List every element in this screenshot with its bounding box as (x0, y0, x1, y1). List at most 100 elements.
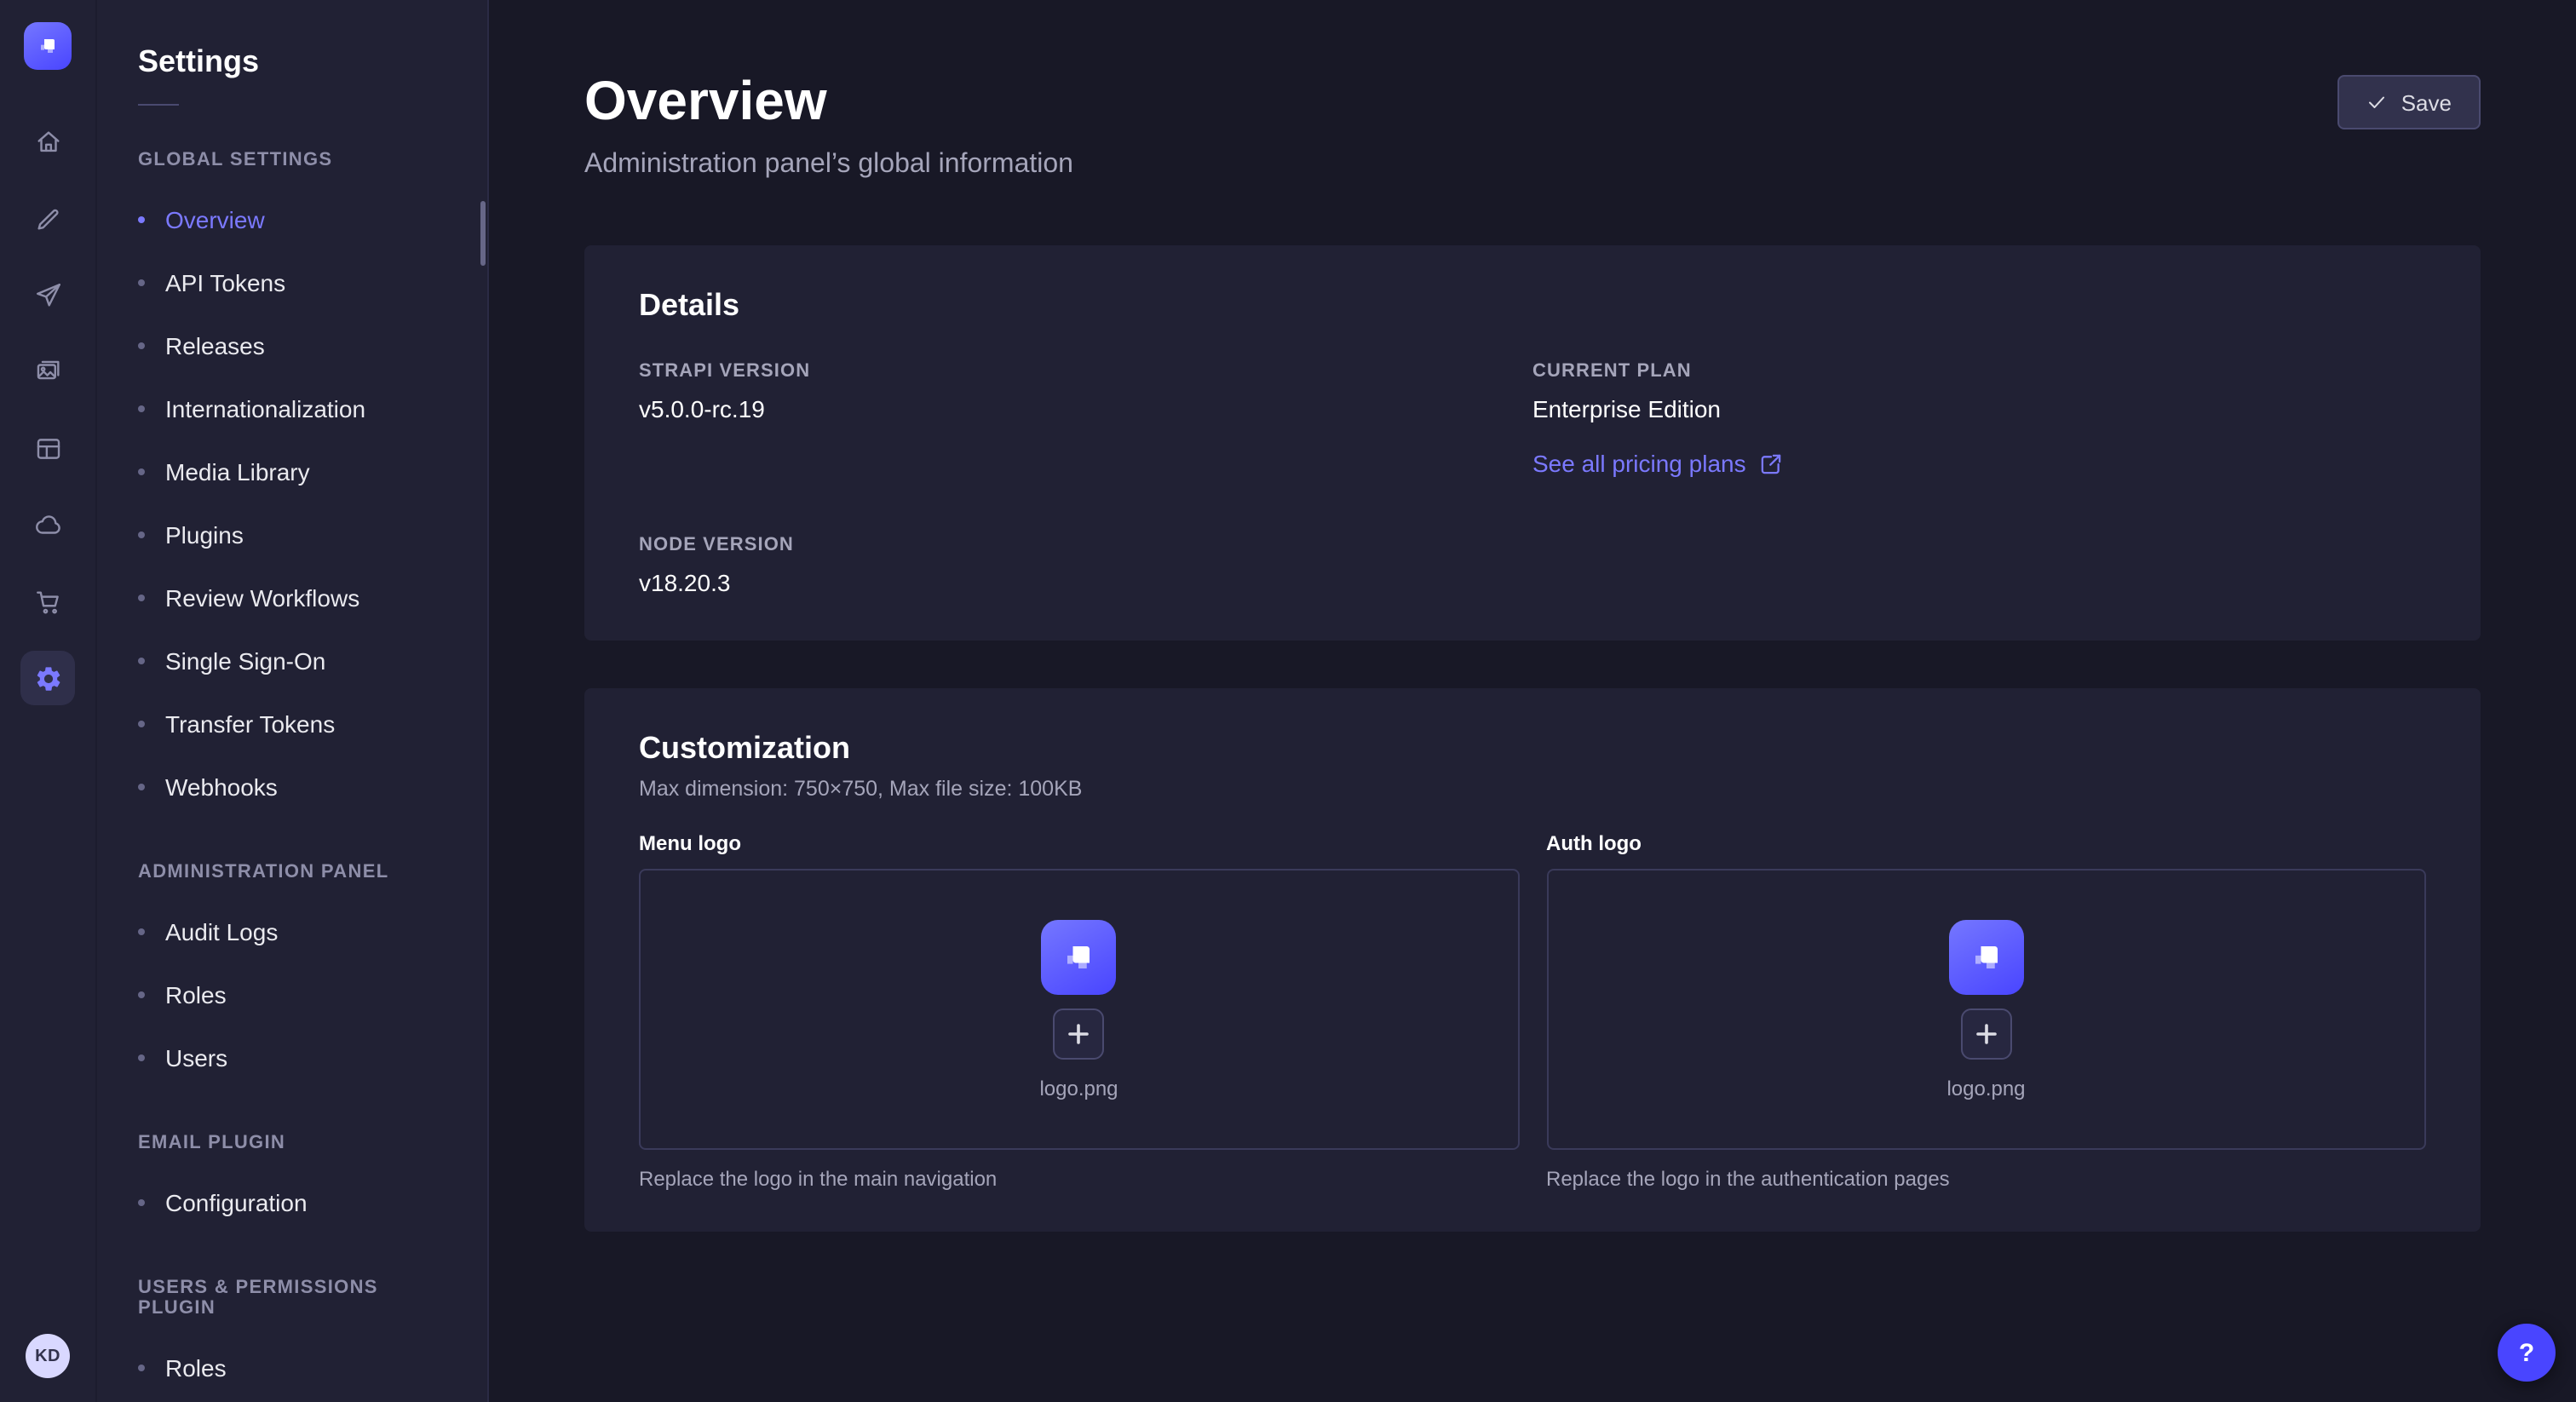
strapi-logo[interactable] (24, 22, 72, 70)
sidebar-item-plugins[interactable]: Plugins (97, 503, 487, 566)
bullet-icon (138, 1364, 145, 1370)
customization-card: Customization Max dimension: 750×750, Ma… (584, 688, 2481, 1232)
menu-logo-add-button[interactable] (1054, 1008, 1105, 1059)
content-manager-pencil-icon[interactable] (20, 191, 75, 245)
section-global-settings: Overview API Tokens Releases Internation… (97, 187, 487, 818)
sidebar-divider (138, 104, 179, 106)
sidebar-item-single-sign-on[interactable]: Single Sign-On (97, 629, 487, 692)
bullet-icon (138, 783, 145, 790)
bullet-icon (138, 531, 145, 537)
pricing-plans-link[interactable]: See all pricing plans (1532, 450, 1782, 477)
auth-logo-upload: Auth logo logo.png (1546, 831, 2426, 1191)
sidebar-item-up-providers[interactable]: Providers (97, 1399, 487, 1402)
sidebar-item-email-configuration[interactable]: Configuration (97, 1170, 487, 1233)
strapi-logo-glyph (1964, 934, 2009, 979)
details-card: Details STRAPI VERSION v5.0.0-rc.19 CURR… (584, 245, 2481, 641)
section-label-global-settings: GLOBAL SETTINGS (138, 150, 446, 170)
sidebar-item-label: Internationalization (165, 394, 365, 422)
question-mark-icon: ? (2519, 1338, 2534, 1367)
save-button[interactable]: Save (2338, 75, 2481, 129)
sidebar-item-webhooks[interactable]: Webhooks (97, 755, 487, 818)
sidebar-item-label: API Tokens (165, 268, 285, 296)
page-header: Overview Administration panel’s global i… (584, 68, 2481, 184)
logo-uploads: Menu logo logo.png (639, 831, 2426, 1191)
customization-card-title: Customization (639, 729, 2426, 767)
sidebar-item-label: Releases (165, 331, 265, 359)
sidebar-item-admin-users[interactable]: Users (97, 1026, 487, 1089)
sidebar-item-label: Overview (165, 205, 265, 233)
paper-plane-icon[interactable] (20, 267, 75, 322)
menu-logo-preview (1042, 919, 1117, 994)
settings-gear-icon[interactable] (20, 651, 75, 705)
layout-grid-icon[interactable] (20, 421, 75, 475)
auth-logo-dropzone[interactable]: logo.png (1546, 869, 2426, 1150)
bullet-icon (138, 657, 145, 664)
auth-logo-label: Auth logo (1546, 831, 2426, 855)
cloud-icon[interactable] (20, 497, 75, 552)
home-icon[interactable] (20, 114, 75, 169)
app-window: KD Settings GLOBAL SETTINGS Overview API… (0, 0, 2576, 1402)
bullet-icon (138, 405, 145, 411)
user-avatar[interactable]: KD (26, 1334, 70, 1378)
field-value: v5.0.0-rc.19 (639, 392, 1532, 426)
settings-sidebar: Settings GLOBAL SETTINGS Overview API To… (97, 0, 489, 1402)
details-fields: STRAPI VERSION v5.0.0-rc.19 CURRENT PLAN… (639, 361, 2426, 600)
sidebar-item-overview[interactable]: Overview (97, 187, 487, 250)
external-link-icon (1760, 452, 1782, 474)
field-current-plan: CURRENT PLAN Enterprise Edition See all … (1532, 361, 2426, 480)
page-header-text: Overview Administration panel’s global i… (584, 68, 1073, 184)
section-label-users-permissions-plugin: USERS & PERMISSIONS PLUGIN (138, 1278, 446, 1319)
bullet-icon (138, 928, 145, 934)
sidebar-item-transfer-tokens[interactable]: Transfer Tokens (97, 692, 487, 755)
bullet-icon (138, 594, 145, 600)
field-label: STRAPI VERSION (639, 361, 1532, 382)
field-strapi-version: STRAPI VERSION v5.0.0-rc.19 (639, 361, 1532, 480)
auth-logo-preview (1949, 919, 2024, 994)
menu-logo-label: Menu logo (639, 831, 1519, 855)
section-users-permissions-plugin: Roles Providers (97, 1336, 487, 1402)
menu-logo-upload: Menu logo logo.png (639, 831, 1519, 1191)
field-value: v18.20.3 (639, 566, 1532, 600)
sidebar-item-releases[interactable]: Releases (97, 313, 487, 376)
sidebar-title: Settings (97, 0, 487, 80)
field-label: NODE VERSION (639, 535, 1532, 555)
section-administration-panel: Audit Logs Roles Users (97, 899, 487, 1089)
sidebar-item-label: Roles (165, 980, 227, 1008)
page-subtitle: Administration panel’s global informatio… (584, 147, 1073, 184)
sidebar-item-label: Configuration (165, 1188, 308, 1215)
media-library-icon[interactable] (20, 344, 75, 399)
sidebar-item-label: Audit Logs (165, 917, 278, 945)
sidebar-item-label: Media Library (165, 457, 310, 485)
sidebar-item-media-library[interactable]: Media Library (97, 440, 487, 503)
sidebar-item-admin-roles[interactable]: Roles (97, 962, 487, 1026)
bullet-icon (138, 215, 145, 222)
strapi-logo-glyph (1057, 934, 1101, 979)
bullet-icon (138, 468, 145, 474)
sidebar-item-internationalization[interactable]: Internationalization (97, 376, 487, 440)
strapi-logo-glyph (34, 32, 61, 60)
check-icon (2367, 92, 2388, 112)
scrollbar-thumb[interactable] (480, 201, 486, 266)
section-label-administration-panel: ADMINISTRATION PANEL (138, 862, 446, 882)
field-node-version: NODE VERSION v18.20.3 (639, 535, 1532, 600)
sidebar-item-review-workflows[interactable]: Review Workflows (97, 566, 487, 629)
bullet-icon (138, 1198, 145, 1205)
sidebar-item-label: Review Workflows (165, 583, 359, 611)
sidebar-item-audit-logs[interactable]: Audit Logs (97, 899, 487, 962)
bullet-icon (138, 279, 145, 285)
section-email-plugin: Configuration (97, 1170, 487, 1233)
sidebar-item-label: Users (165, 1043, 227, 1071)
rail-nav-icons (20, 114, 75, 705)
page-title: Overview (584, 68, 1073, 133)
help-button[interactable]: ? (2498, 1324, 2556, 1382)
marketplace-cart-icon[interactable] (20, 574, 75, 629)
sidebar-item-up-roles[interactable]: Roles (97, 1336, 487, 1399)
auth-logo-hint: Replace the logo in the authentication p… (1546, 1167, 2426, 1191)
save-button-label: Save (2401, 89, 2452, 115)
sidebar-item-label: Plugins (165, 520, 244, 548)
auth-logo-add-button[interactable] (1961, 1008, 2012, 1059)
sidebar-item-label: Transfer Tokens (165, 710, 335, 737)
menu-logo-filename: logo.png (1039, 1076, 1118, 1100)
sidebar-item-api-tokens[interactable]: API Tokens (97, 250, 487, 313)
menu-logo-dropzone[interactable]: logo.png (639, 869, 1519, 1150)
